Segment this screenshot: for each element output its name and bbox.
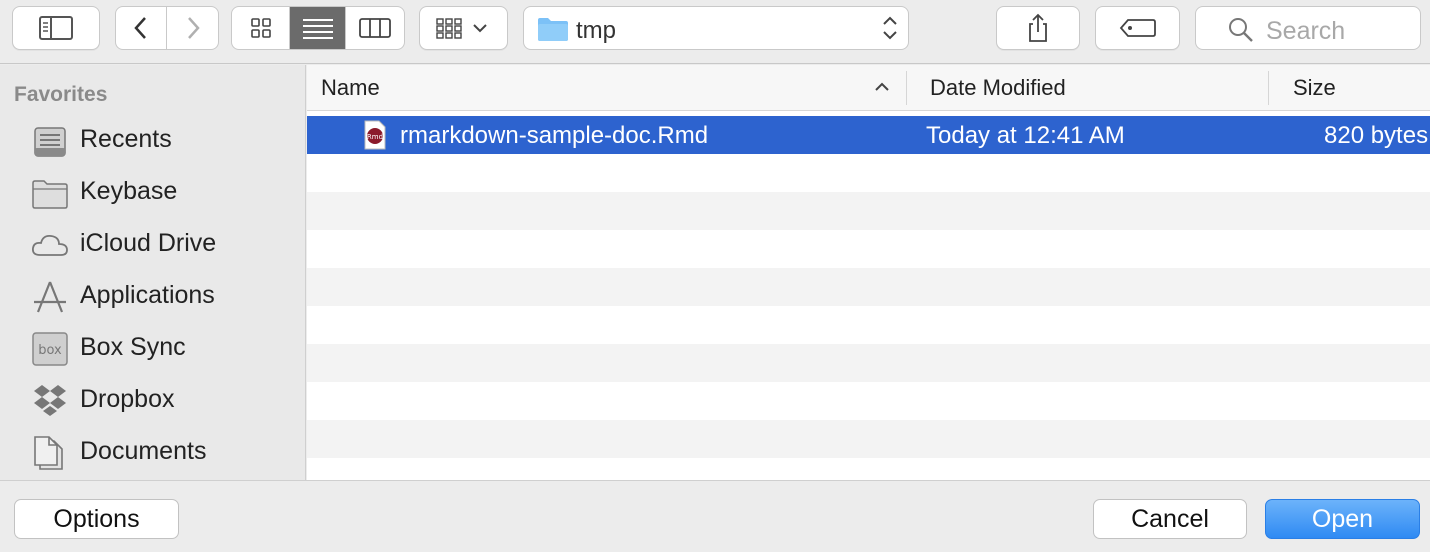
sidebar-item-icloud-drive[interactable]: iCloud Drive: [0, 220, 306, 268]
sidebar-item-keybase[interactable]: Keybase: [0, 168, 306, 216]
list-icon: [302, 19, 333, 39]
cancel-button[interactable]: Cancel: [1093, 499, 1247, 539]
grid-icon: [250, 18, 271, 38]
share-icon: [1029, 13, 1047, 42]
folder-icon: [538, 18, 568, 41]
empty-row: [307, 344, 1430, 382]
empty-row: [307, 268, 1430, 306]
file-size: 820 bytes: [1324, 122, 1429, 149]
icon-view-button[interactable]: [232, 7, 290, 49]
columns-icon: [359, 18, 391, 38]
column-header-date-modified[interactable]: Date Modified: [930, 75, 1066, 101]
box-icon: box: [32, 332, 68, 366]
tag-icon: [1119, 19, 1156, 37]
recents-icon: [34, 127, 66, 157]
back-forward-control: [115, 6, 219, 50]
sidebar-item-label: Box Sync: [80, 333, 186, 361]
open-button[interactable]: Open: [1265, 499, 1420, 539]
sidebar-item-label: Keybase: [80, 177, 178, 205]
back-button[interactable]: [116, 7, 168, 49]
table-row[interactable]: Rmd rmarkdown-sample-doc.Rmd Today at 12…: [307, 116, 1430, 154]
up-down-arrows-icon: [883, 16, 897, 40]
chevron-left-icon: [134, 17, 146, 39]
column-divider[interactable]: [906, 71, 907, 105]
arrange-button[interactable]: [419, 6, 508, 50]
tag-button[interactable]: [1095, 6, 1180, 50]
file-name: rmarkdown-sample-doc.Rmd: [400, 122, 709, 149]
column-view-button[interactable]: [346, 7, 404, 49]
documents-icon: [34, 436, 63, 470]
sidebar-item-recents[interactable]: Recents: [0, 116, 306, 164]
forward-button[interactable]: [167, 7, 218, 49]
empty-row: [307, 382, 1430, 420]
search-placeholder: Search: [1266, 17, 1346, 45]
chevron-right-icon: [187, 17, 200, 39]
empty-row: [307, 154, 1430, 192]
folder-icon: [32, 180, 68, 209]
sidebar-item-applications[interactable]: Applications: [0, 272, 306, 320]
sidebar-header: Favorites: [14, 83, 108, 106]
column-divider[interactable]: [1268, 71, 1269, 105]
sidebar-item-label: Documents: [80, 437, 207, 465]
sidebar-icon: [39, 16, 73, 40]
current-folder-name: tmp: [576, 17, 617, 44]
sidebar: Favorites Recents Keybase iCloud Drive A…: [0, 65, 306, 480]
dropbox-icon: [34, 385, 66, 416]
column-header-name[interactable]: Name: [321, 75, 380, 101]
sidebar-item-label: Recents: [80, 125, 172, 153]
sidebar-item-label: iCloud Drive: [80, 229, 217, 257]
empty-row: [307, 192, 1430, 230]
file-date-modified: Today at 12:41 AM: [926, 122, 1125, 149]
sidebar-item-documents[interactable]: Documents: [0, 428, 306, 476]
file-list: Name Date Modified Size Rmd rmarkdown-sa…: [307, 65, 1430, 480]
chevron-down-icon: [472, 24, 487, 33]
list-view-button[interactable]: [290, 7, 346, 49]
cloud-icon: [31, 234, 68, 256]
dialog-footer: Options Cancel Open: [0, 480, 1430, 552]
rmd-file-icon: Rmd: [364, 120, 386, 150]
svg-text:Rmd: Rmd: [367, 133, 383, 141]
options-button[interactable]: Options: [14, 499, 179, 539]
sidebar-toggle-button[interactable]: [12, 6, 100, 50]
applications-icon: [34, 281, 66, 313]
empty-row: [307, 458, 1430, 480]
sidebar-item-label: Dropbox: [80, 385, 175, 413]
search-field[interactable]: Search: [1195, 6, 1421, 50]
path-popup[interactable]: tmp: [523, 6, 909, 50]
toolbar: tmp Search: [0, 0, 1430, 64]
sidebar-item-dropbox[interactable]: Dropbox: [0, 376, 306, 424]
share-button[interactable]: [996, 6, 1080, 50]
sort-ascending-icon: [875, 82, 889, 91]
search-icon: [1229, 18, 1253, 42]
empty-row: [307, 306, 1430, 344]
sidebar-item-box-sync[interactable]: box Box Sync: [0, 324, 306, 372]
empty-row: [307, 230, 1430, 268]
view-mode-control: [231, 6, 405, 50]
empty-row: [307, 420, 1430, 458]
svg-text:box: box: [38, 343, 62, 358]
arrange-grid-icon: [435, 18, 487, 39]
sidebar-item-label: Applications: [80, 281, 215, 309]
column-header-size[interactable]: Size: [1293, 75, 1336, 101]
column-header-row: Name Date Modified Size: [307, 65, 1430, 111]
